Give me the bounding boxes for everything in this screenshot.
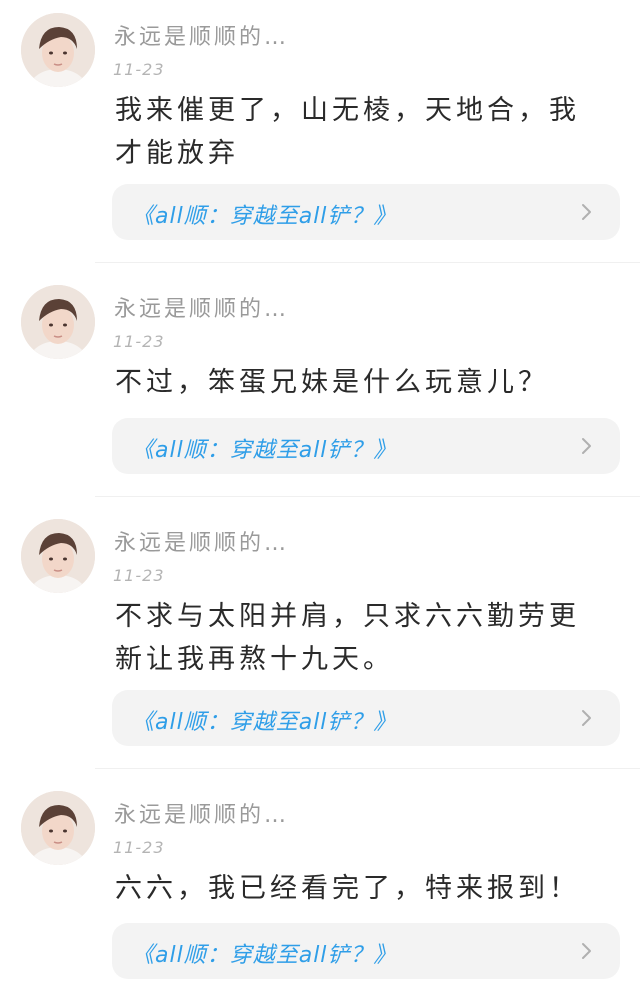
- comment-item: 永远是顺顺的… 11-23 我来催更了，山无棱，天地合，我才能放弃 《all顺：…: [0, 0, 640, 263]
- username[interactable]: 永远是顺顺的…: [114, 291, 289, 323]
- avatar-image: [21, 791, 95, 865]
- book-link-title: 《all顺：穿越至all铲？》: [132, 438, 397, 463]
- avatar[interactable]: [21, 519, 95, 593]
- book-link-title: 《all顺：穿越至all铲？》: [132, 943, 397, 968]
- username[interactable]: 永远是顺顺的…: [114, 19, 289, 51]
- book-link-title: 《all顺：穿越至all铲？》: [132, 710, 397, 735]
- comment-date: 11-23: [113, 838, 165, 857]
- avatar[interactable]: [21, 791, 95, 865]
- comment-text: 六六，我已经看完了，特来报到！: [115, 873, 580, 904]
- divider: [95, 768, 640, 769]
- comment-text: 不求与太阳并肩，只求六六勤劳更新让我再熬十九天。: [115, 601, 580, 675]
- book-link-card[interactable]: 《all顺：穿越至all铲？》: [112, 923, 620, 979]
- comment-text: 不过，笨蛋兄妹是什么玩意儿？: [115, 367, 549, 398]
- comment-date: 11-23: [113, 332, 165, 351]
- comment-list: 永远是顺顺的… 11-23 我来催更了，山无棱，天地合，我才能放弃 《all顺：…: [0, 0, 640, 993]
- book-link-card[interactable]: 《all顺：穿越至all铲？》: [112, 184, 620, 240]
- avatar[interactable]: [21, 285, 95, 359]
- comment-date: 11-23: [113, 60, 165, 79]
- book-link-card[interactable]: 《all顺：穿越至all铲？》: [112, 418, 620, 474]
- chevron-right-icon: [582, 438, 591, 454]
- comment-item: 永远是顺顺的… 11-23 六六，我已经看完了，特来报到！ 《all顺：穿越至a…: [0, 778, 640, 993]
- divider: [95, 262, 640, 263]
- comment-item: 永远是顺顺的… 11-23 不过，笨蛋兄妹是什么玩意儿？ 《all顺：穿越至al…: [0, 272, 640, 497]
- avatar-image: [21, 13, 95, 87]
- avatar-image: [21, 519, 95, 593]
- avatar[interactable]: [21, 13, 95, 87]
- book-link-card[interactable]: 《all顺：穿越至all铲？》: [112, 690, 620, 746]
- divider: [95, 496, 640, 497]
- avatar-image: [21, 285, 95, 359]
- comment-item: 永远是顺顺的… 11-23 不求与太阳并肩，只求六六勤劳更新让我再熬十九天。 《…: [0, 506, 640, 769]
- chevron-right-icon: [582, 204, 591, 220]
- book-link-title: 《all顺：穿越至all铲？》: [132, 204, 397, 229]
- comment-date: 11-23: [113, 566, 165, 585]
- chevron-right-icon: [582, 710, 591, 726]
- username[interactable]: 永远是顺顺的…: [114, 797, 289, 829]
- chevron-right-icon: [582, 943, 591, 959]
- comment-text: 我来催更了，山无棱，天地合，我才能放弃: [115, 95, 580, 169]
- username[interactable]: 永远是顺顺的…: [114, 525, 289, 557]
